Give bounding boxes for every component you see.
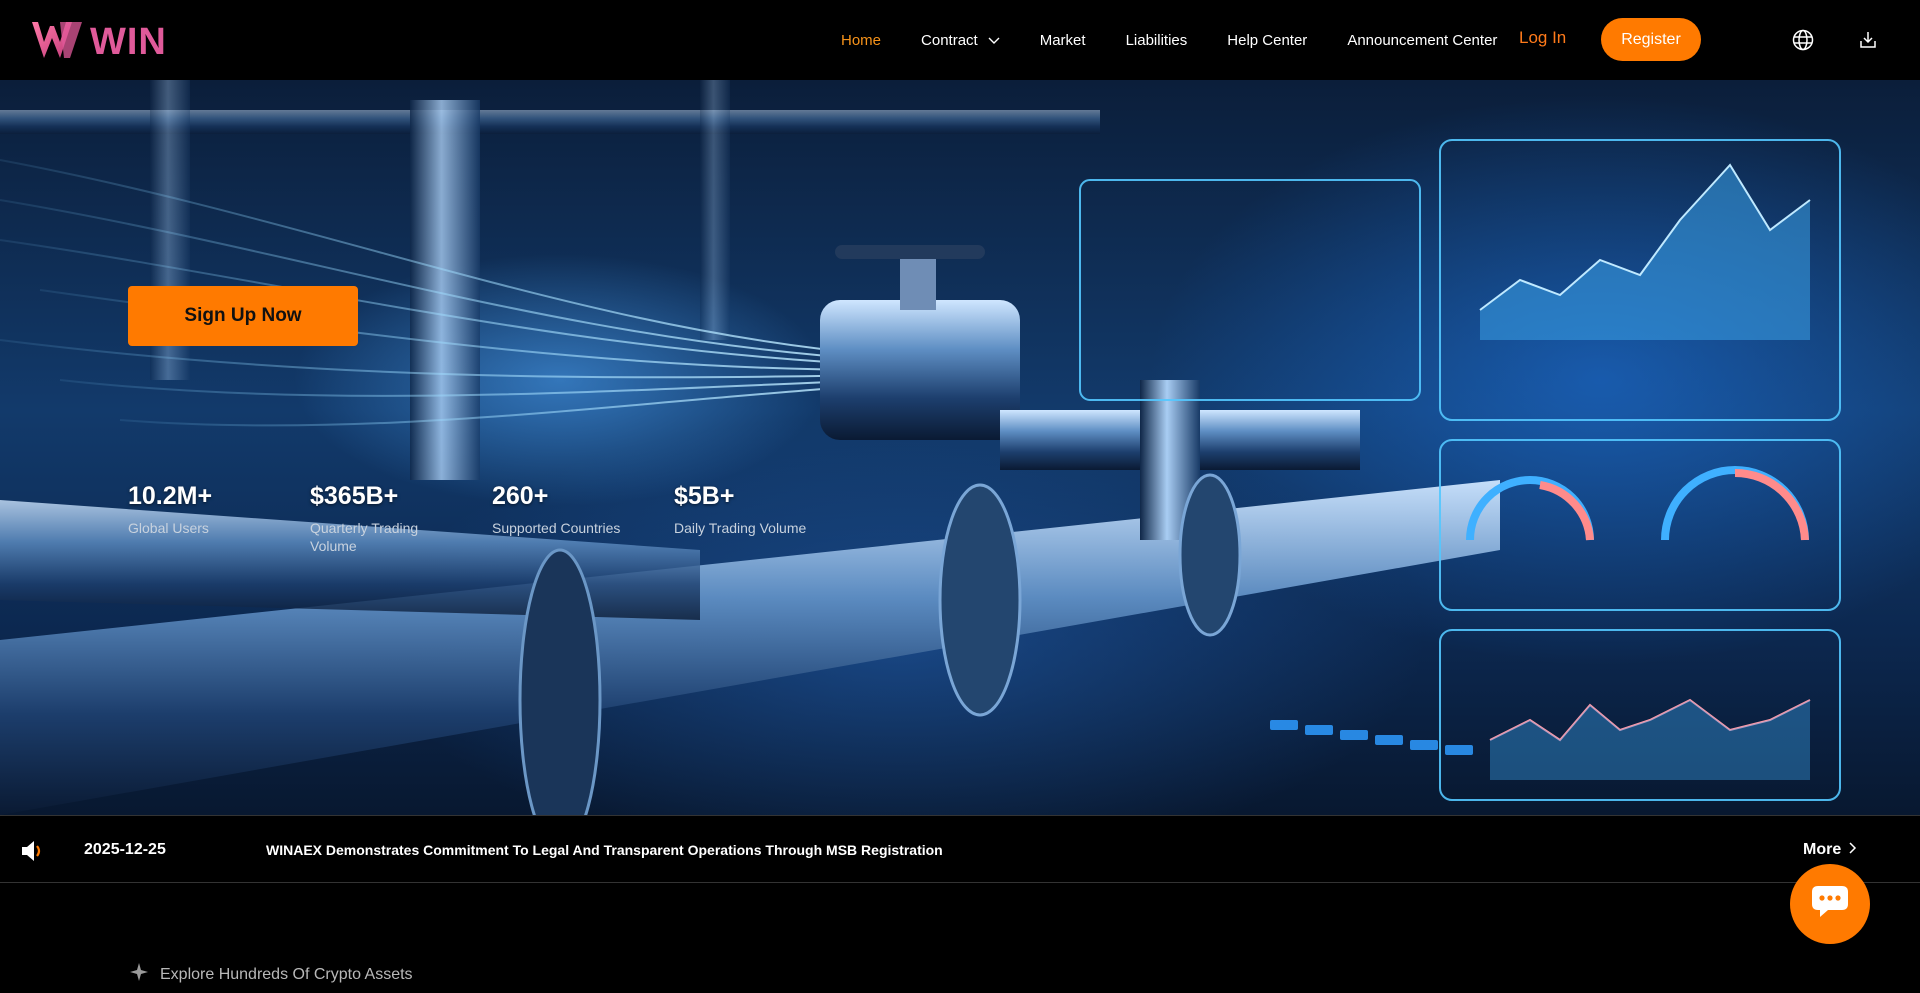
download-icon[interactable] [1856, 28, 1880, 52]
top-header: WIN Home Contract Market Liabilities Hel… [0, 0, 1920, 80]
login-link[interactable]: Log In [1519, 28, 1566, 48]
nav-market[interactable]: Market [1040, 32, 1086, 49]
announcement-bar: 2025-12-25 WINAEX Demonstrates Commitmen… [0, 815, 1920, 883]
stat-value: 260+ [492, 482, 549, 510]
w-logo-icon [30, 18, 86, 67]
stat-supported-countries: 260+ Supported Countries [492, 482, 674, 555]
nav-contract[interactable]: Contract [921, 32, 1000, 49]
register-button[interactable]: Register [1601, 18, 1701, 61]
nav-market-label: Market [1039, 31, 1086, 49]
sign-up-now-button[interactable]: Sign Up Now [128, 286, 358, 346]
hero-banner: Sign Up Now 10.2M+ Global Users $365B+ Q… [0, 80, 1920, 815]
hero-background-image [0, 80, 1841, 815]
more-label: More [1803, 841, 1842, 858]
nav-help-center-label: Help Center [1227, 31, 1308, 49]
chevron-down-icon [988, 32, 1000, 49]
sparkle-icon [130, 963, 148, 986]
stat-value: $365B+ [310, 482, 399, 510]
nav-help-center[interactable]: Help Center [1227, 32, 1307, 49]
nav-liabilities-label: Liabilities [1125, 31, 1188, 49]
stat-quarterly-volume: $365B+ Quarterly Trading Volume [310, 482, 492, 555]
stat-daily-volume: $5B+ Daily Trading Volume [674, 482, 856, 555]
speaker-icon [20, 839, 46, 863]
stat-label: Supported Countries [492, 520, 621, 536]
main-nav: Home Contract Market Liabilities Help Ce… [841, 0, 1537, 80]
stat-label: Daily Trading Volume [674, 520, 807, 536]
stat-label: Global Users [128, 520, 209, 536]
globe-icon[interactable] [1791, 28, 1815, 52]
nav-home[interactable]: Home [841, 32, 881, 49]
brand-name: WIN [90, 21, 167, 63]
explore-section-heading: Explore Hundreds Of Crypto Assets [130, 963, 413, 986]
chevron-right-icon [1849, 841, 1857, 859]
announcement-title[interactable]: WINAEX Demonstrates Commitment To Legal … [266, 842, 943, 858]
nav-liabilities[interactable]: Liabilities [1126, 32, 1188, 49]
chat-support-button[interactable] [1790, 864, 1870, 944]
brand-logo[interactable]: WIN [30, 18, 167, 67]
nav-contract-label: Contract [921, 31, 978, 49]
stat-value: $5B+ [674, 482, 735, 510]
stats-row: 10.2M+ Global Users $365B+ Quarterly Tra… [128, 482, 856, 555]
explore-label: Explore Hundreds Of Crypto Assets [160, 965, 413, 983]
chat-icon [1808, 882, 1852, 927]
nav-announcement-center[interactable]: Announcement Center [1347, 32, 1497, 49]
more-link[interactable]: More [1803, 841, 1857, 859]
stat-global-users: 10.2M+ Global Users [128, 482, 310, 555]
stat-label: Quarterly Trading Volume [310, 520, 419, 554]
nav-home-label: Home [841, 31, 882, 49]
nav-announcement-center-label: Announcement Center [1347, 31, 1498, 49]
announcement-date: 2025-12-25 [84, 841, 166, 858]
stat-value: 10.2M+ [128, 482, 213, 510]
